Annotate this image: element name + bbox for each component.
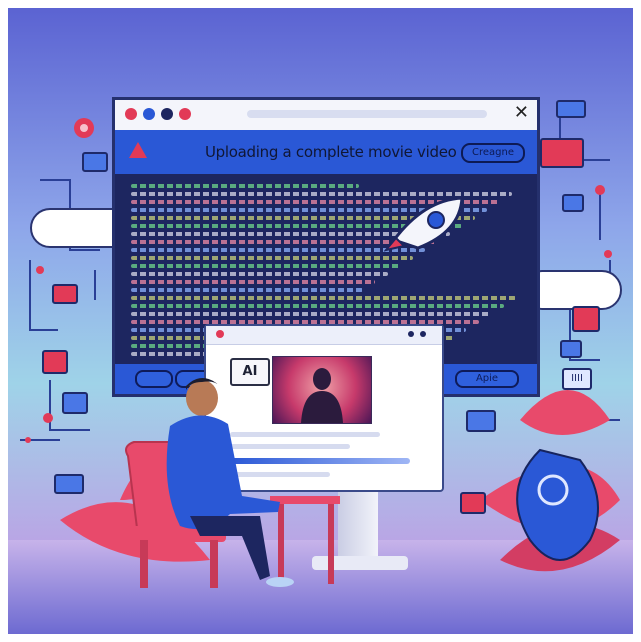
- minimize-dot-icon[interactable]: [143, 108, 155, 120]
- close-dot-icon[interactable]: [125, 108, 137, 120]
- warning-icon: [129, 142, 147, 158]
- bars-icon: IIII: [562, 368, 592, 390]
- ai-window-bar: [206, 326, 442, 345]
- upload-heading: Uploading a complete movie video: [205, 143, 457, 161]
- code-line: [131, 312, 492, 316]
- image-icon: [52, 284, 78, 304]
- person-legs: [190, 516, 270, 580]
- maximize-dot-icon[interactable]: [161, 108, 173, 120]
- person-shirt: [166, 415, 280, 530]
- person-head: [186, 380, 218, 416]
- code-line: [131, 256, 413, 260]
- code-line: [131, 272, 388, 276]
- code-line: [131, 184, 359, 188]
- video-icon: [540, 138, 584, 168]
- create-button[interactable]: Creagnе: [461, 143, 525, 163]
- code-line: [131, 248, 425, 252]
- code-line: [131, 304, 504, 308]
- monitor-stand: [338, 486, 378, 564]
- person-at-desk: [125, 378, 340, 588]
- window-icon: [82, 152, 108, 172]
- rocket-icon: [384, 196, 464, 252]
- window-icon-small: [466, 410, 496, 432]
- menu-dot-icon[interactable]: [420, 331, 426, 337]
- monitor-icon: [54, 474, 84, 494]
- share-icon: [460, 492, 486, 514]
- code-line: [131, 288, 363, 292]
- illustration-canvas: IIII ✕ Uploading a complete movie video …: [0, 0, 641, 642]
- close-icon[interactable]: ✕: [514, 102, 529, 123]
- upload-banner: Uploading a complete movie video Creagnе: [115, 130, 537, 174]
- close-dot-icon[interactable]: [216, 330, 224, 338]
- address-bar[interactable]: [247, 110, 487, 118]
- menu-dot-icon[interactable]: [408, 331, 414, 337]
- window-icon-right: [556, 100, 586, 118]
- gear-icon: [74, 118, 94, 138]
- edit-icon: [572, 306, 600, 332]
- code-line: [131, 280, 376, 284]
- camera-icon: [560, 340, 582, 358]
- code-line: [131, 264, 401, 268]
- code-line: [131, 296, 517, 300]
- title-bar: ✕: [115, 100, 537, 130]
- apply-button[interactable]: Apie: [455, 370, 519, 388]
- document-icon: [62, 392, 88, 414]
- folder-icon: [42, 350, 68, 374]
- extra-dot-icon[interactable]: [179, 108, 191, 120]
- square-icon: [562, 194, 584, 212]
